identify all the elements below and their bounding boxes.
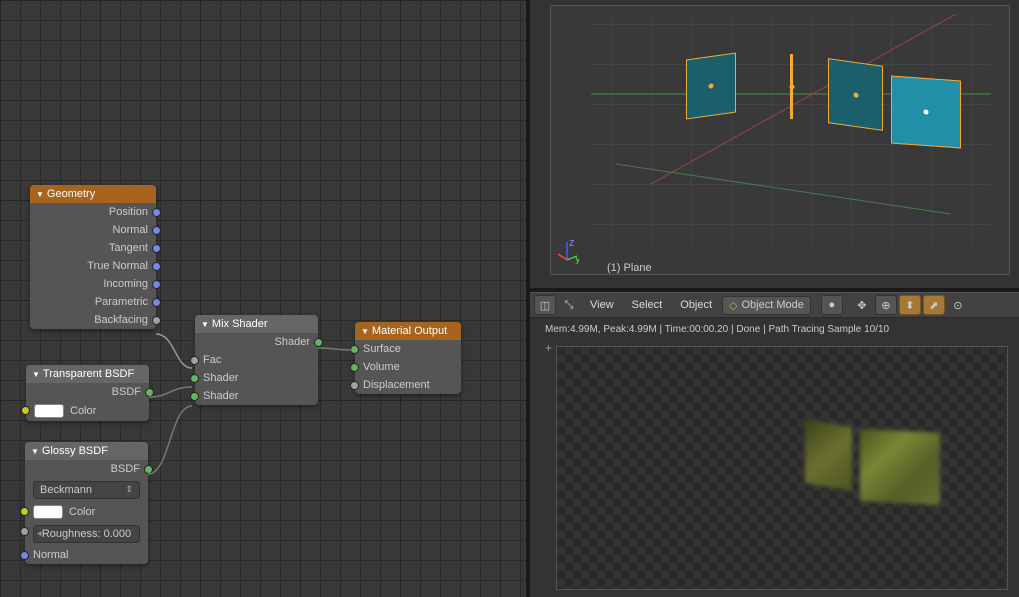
- node-header[interactable]: Material Output: [355, 322, 461, 340]
- node-geometry[interactable]: Geometry Position Normal Tangent True No…: [30, 185, 156, 329]
- output-truenormal[interactable]: True Normal: [30, 257, 156, 275]
- layers-icon[interactable]: ⬍: [899, 295, 921, 315]
- input-shader1[interactable]: Shader: [195, 369, 318, 387]
- color-swatch[interactable]: [34, 404, 64, 418]
- output-backfacing[interactable]: Backfacing: [30, 311, 156, 329]
- viewport-grid[interactable]: [591, 14, 991, 244]
- object-name-label: (1) Plane: [607, 262, 652, 274]
- socket-icon[interactable]: [314, 338, 323, 347]
- svg-text:y: y: [575, 253, 579, 264]
- node-transparent[interactable]: Transparent BSDF BSDF Color: [26, 365, 149, 421]
- input-displacement[interactable]: Displacement: [355, 376, 461, 394]
- node-material-output[interactable]: Material Output Surface Volume Displacem…: [355, 322, 461, 394]
- svg-text:z: z: [569, 240, 575, 249]
- input-surface[interactable]: Surface: [355, 340, 461, 358]
- socket-icon[interactable]: [152, 298, 161, 307]
- socket-icon[interactable]: [152, 208, 161, 217]
- shading-icon[interactable]: ●: [821, 295, 843, 315]
- socket-icon[interactable]: [350, 363, 359, 372]
- viewport-header: ◫ ⤡ View Select Object ◇Object Mode ● ✥ …: [530, 292, 1019, 318]
- output-position[interactable]: Position: [30, 203, 156, 221]
- socket-icon[interactable]: [152, 280, 161, 289]
- node-mix-shader[interactable]: Mix Shader Shader Fac Shader Shader: [195, 315, 318, 405]
- color-swatch[interactable]: [33, 505, 63, 519]
- socket-icon[interactable]: [190, 356, 199, 365]
- node-header[interactable]: Transparent BSDF: [26, 365, 149, 383]
- input-roughness[interactable]: Roughness: 0.000: [25, 522, 148, 546]
- socket-icon[interactable]: [152, 244, 161, 253]
- node-header[interactable]: Mix Shader: [195, 315, 318, 333]
- socket-icon[interactable]: [152, 226, 161, 235]
- socket-icon[interactable]: [20, 507, 29, 516]
- rendered-plane: [860, 429, 940, 505]
- socket-icon[interactable]: [350, 381, 359, 390]
- manipulator-icon[interactable]: ⊕: [875, 295, 897, 315]
- pivot-icon[interactable]: ✥: [851, 295, 873, 315]
- socket-icon[interactable]: [144, 465, 153, 474]
- input-shader2[interactable]: Shader: [195, 387, 318, 405]
- render-result[interactable]: [556, 346, 1008, 590]
- node-editor[interactable]: Geometry Position Normal Tangent True No…: [0, 0, 526, 597]
- output-tangent[interactable]: Tangent: [30, 239, 156, 257]
- viewport-3d[interactable]: [550, 5, 1010, 275]
- rendered-plane: [805, 419, 852, 491]
- output-bsdf[interactable]: BSDF: [25, 460, 148, 478]
- expand-icon[interactable]: ⤡: [558, 295, 580, 315]
- axis-gizmo-icon: zy: [555, 240, 579, 264]
- output-incoming[interactable]: Incoming: [30, 275, 156, 293]
- editor-type-icon[interactable]: ◫: [534, 295, 556, 315]
- plane-object[interactable]: [828, 58, 883, 131]
- input-color[interactable]: Color: [26, 401, 149, 421]
- view-menu[interactable]: View: [582, 296, 622, 314]
- node-glossy[interactable]: Glossy BSDF BSDF Beckmann Color Roughnes…: [25, 442, 148, 564]
- object-menu[interactable]: Object: [672, 296, 720, 314]
- output-normal[interactable]: Normal: [30, 221, 156, 239]
- socket-icon[interactable]: [21, 406, 30, 415]
- socket-icon[interactable]: [145, 388, 154, 397]
- node-header[interactable]: Geometry: [30, 185, 156, 203]
- render-status: Mem:4.99M, Peak:4.99M | Time:00:00.20 | …: [545, 324, 889, 335]
- input-normal[interactable]: Normal: [25, 546, 148, 564]
- snap-icon[interactable]: ⊙: [947, 295, 969, 315]
- socket-icon[interactable]: [190, 374, 199, 383]
- output-shader[interactable]: Shader: [195, 333, 318, 351]
- socket-icon[interactable]: [152, 262, 161, 271]
- mode-dropdown[interactable]: ◇Object Mode: [722, 296, 811, 315]
- plane-object[interactable]: [686, 52, 736, 119]
- input-fac[interactable]: Fac: [195, 351, 318, 369]
- output-parametric[interactable]: Parametric: [30, 293, 156, 311]
- output-bsdf[interactable]: BSDF: [26, 383, 149, 401]
- add-slot-icon[interactable]: +: [545, 341, 552, 355]
- socket-icon[interactable]: [20, 551, 29, 560]
- socket-icon[interactable]: [190, 392, 199, 401]
- socket-icon[interactable]: [20, 527, 29, 536]
- plane-object[interactable]: [891, 76, 961, 149]
- select-menu[interactable]: Select: [624, 296, 671, 314]
- plane-object[interactable]: [790, 54, 793, 119]
- socket-icon[interactable]: [152, 316, 161, 325]
- input-color[interactable]: Color: [25, 502, 148, 522]
- input-volume[interactable]: Volume: [355, 358, 461, 376]
- distribution-dropdown[interactable]: Beckmann: [25, 478, 148, 502]
- socket-icon[interactable]: [350, 345, 359, 354]
- node-header[interactable]: Glossy BSDF: [25, 442, 148, 460]
- transform-icon[interactable]: ⬈: [923, 295, 945, 315]
